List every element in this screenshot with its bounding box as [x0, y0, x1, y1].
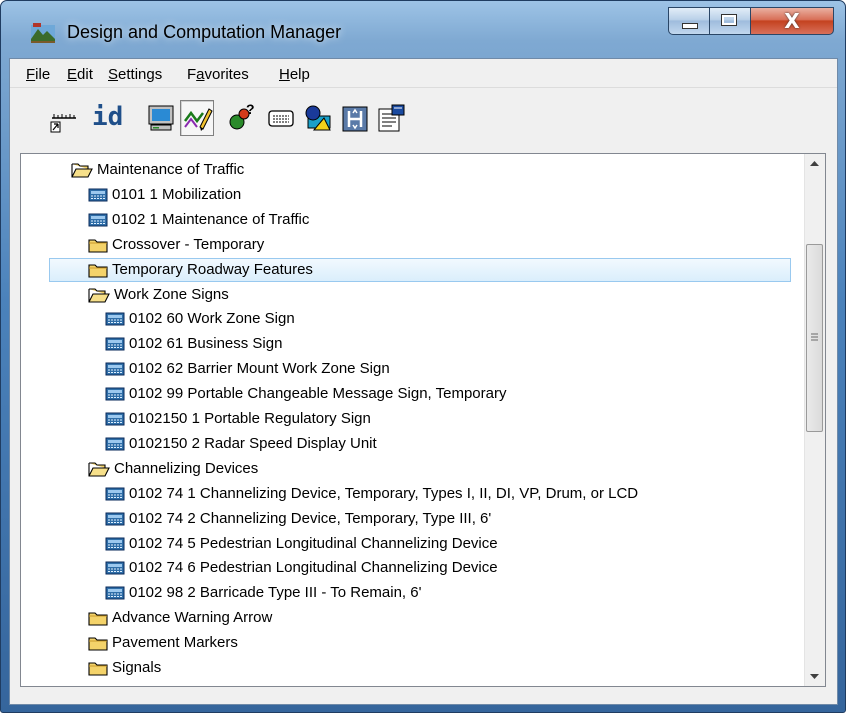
- folder-icon: [88, 660, 108, 676]
- pay-item-icon: [88, 187, 108, 203]
- scroll-down-button[interactable]: [805, 666, 824, 686]
- folder-icon: [88, 237, 108, 253]
- tree-item-label: Crossover - Temporary: [112, 235, 265, 253]
- pay-item-icon: [105, 311, 125, 327]
- minimize-button[interactable]: [668, 7, 710, 35]
- pay-item-icon: [105, 560, 125, 576]
- tree-item-label: 0102 99 Portable Changeable Message Sign…: [129, 385, 507, 403]
- tree-item-label: 0102 1 Maintenance of Traffic: [112, 210, 310, 228]
- window-title: Design and Computation Manager: [67, 22, 342, 42]
- app-window: Design and Computation Manager X File Ed…: [0, 0, 846, 713]
- folder-open-icon: [88, 461, 110, 477]
- close-button[interactable]: X: [750, 7, 834, 35]
- tree-item-label: Work Zone Signs: [114, 285, 229, 303]
- tree-item-label: Channelizing Devices: [114, 459, 259, 477]
- pay-item-icon: [105, 336, 125, 352]
- folder-icon: [88, 610, 108, 626]
- keyboard-button[interactable]: [264, 100, 298, 136]
- monitor-button[interactable]: [144, 100, 178, 136]
- element-id-button[interactable]: [46, 100, 80, 136]
- maximize-icon: [721, 14, 737, 26]
- tree-item-label: 0102 74 6 Pedestrian Longitudinal Channe…: [129, 559, 498, 577]
- tree-item-label: 0102 74 5 Pedestrian Longitudinal Channe…: [129, 534, 498, 552]
- tree-item-label: Maintenance of Traffic: [97, 161, 245, 178]
- place-shapes-icon: [305, 105, 331, 131]
- toolbar: id ?: [10, 89, 837, 151]
- properties-button[interactable]: [374, 100, 408, 136]
- tree-item-label: 0102 60 Work Zone Sign: [129, 310, 295, 328]
- status-bar: [10, 691, 837, 704]
- scroll-thumb[interactable]: [806, 244, 823, 432]
- tree-item-label: 0102 74 2 Channelizing Device, Temporary…: [129, 509, 492, 527]
- place-shapes-button[interactable]: [300, 100, 334, 136]
- vertical-scrollbar[interactable]: [804, 154, 825, 686]
- pay-item-icon: [105, 511, 125, 527]
- folder-open-icon: [71, 162, 93, 178]
- pay-item-icon: [105, 361, 125, 377]
- tree-item-label: 0102150 1 Portable Regulatory Sign: [129, 410, 371, 427]
- draw-pen-icon: [184, 108, 213, 131]
- tree-item-label: 0102 61 Business Sign: [129, 335, 283, 353]
- shapes-icon: ?: [229, 101, 255, 130]
- menu-file[interactable]: File: [26, 66, 50, 83]
- tree-item-label: Pavement Markers: [112, 634, 238, 652]
- scroll-up-button[interactable]: [805, 154, 824, 174]
- tree-item-label: Temporary Roadway Features: [112, 260, 313, 278]
- tree-item-label: 0101 1 Mobilization: [112, 185, 242, 203]
- minimize-icon: [682, 23, 698, 29]
- compute-button[interactable]: [338, 100, 372, 136]
- arrow-down-icon: [810, 674, 819, 679]
- menu-bar: File Edit Settings Favorites Help: [10, 59, 837, 88]
- menu-settings[interactable]: Settings: [108, 66, 162, 83]
- arrow-up-icon: [810, 161, 819, 166]
- menu-help[interactable]: Help: [279, 66, 310, 83]
- tree-item-label: Signals: [112, 659, 162, 676]
- pay-item-icon: [88, 212, 108, 228]
- maximize-button[interactable]: [709, 7, 751, 35]
- folder-icon: [88, 262, 108, 278]
- app-logo-icon: [31, 23, 55, 43]
- id-label: id: [92, 102, 124, 132]
- compute-icon: [342, 106, 368, 132]
- tree-item-label: 0102 74 1 Channelizing Device, Temporary…: [129, 484, 639, 502]
- pay-item-icon: [105, 585, 125, 601]
- tree-item-label: 0102 62 Barrier Mount Work Zone Sign: [129, 360, 390, 378]
- svg-text:?: ?: [246, 101, 255, 117]
- tree-view[interactable]: Maintenance of Traffic 0101 1 Mobilizatio…: [20, 153, 826, 687]
- keyboard-icon: [268, 110, 294, 127]
- tree-item-label: 0102150 2 Radar Speed Display Unit: [129, 434, 377, 452]
- folder-icon: [88, 635, 108, 651]
- pay-item-icon: [105, 536, 125, 552]
- shapes-button[interactable]: ?: [226, 100, 260, 136]
- close-icon: X: [784, 9, 800, 33]
- id-button[interactable]: id: [88, 100, 132, 136]
- grip-icon: [811, 333, 818, 341]
- draw-pen-button[interactable]: [180, 100, 214, 136]
- pay-item-icon: [105, 386, 125, 402]
- menu-favorites[interactable]: Favorites: [187, 66, 249, 83]
- tree-item-label: Advance Warning Arrow: [112, 609, 273, 627]
- element-id-icon: [50, 114, 76, 133]
- pay-item-icon: [105, 411, 125, 427]
- title-bar[interactable]: Design and Computation Manager X: [1, 1, 845, 59]
- pay-item-icon: [105, 486, 125, 502]
- properties-icon: [378, 104, 405, 132]
- pay-item-icon: [105, 436, 125, 452]
- menu-edit[interactable]: Edit: [67, 66, 93, 83]
- folder-open-icon: [88, 287, 110, 303]
- tree-item-label: 0102 98 2 Barricade Type III - To Remain…: [129, 584, 422, 602]
- client-area: File Edit Settings Favorites Help id ? M…: [9, 58, 838, 705]
- monitor-icon: [148, 105, 174, 131]
